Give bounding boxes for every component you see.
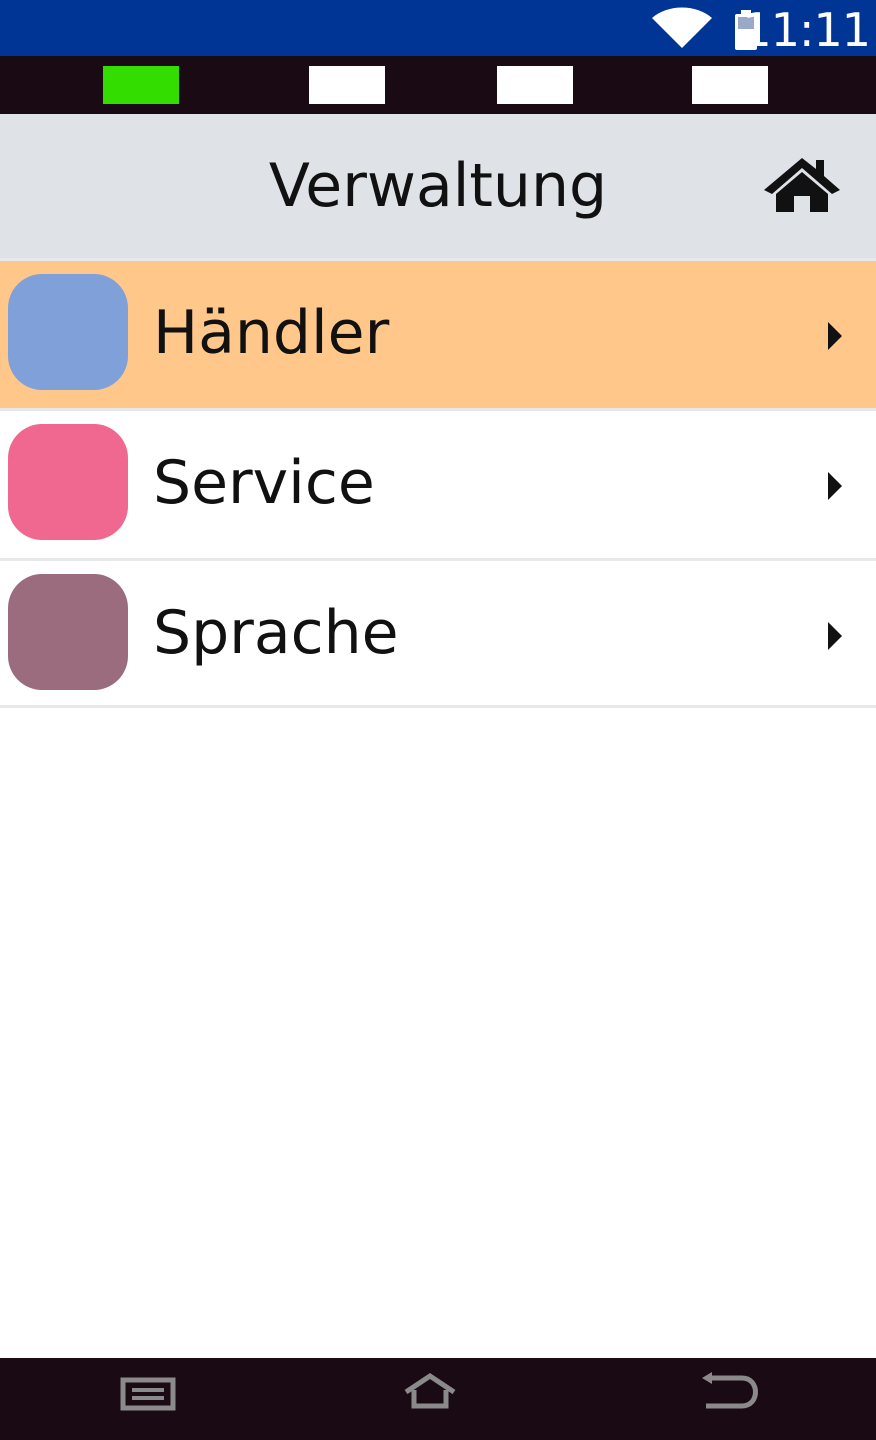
menu-item-haendler[interactable]: Händler	[0, 258, 876, 408]
menu-item-label: Sprache	[153, 598, 399, 668]
nav-back-button[interactable]	[700, 1372, 760, 1416]
menu-item-label: Händler	[153, 298, 390, 368]
indicator-3	[497, 66, 573, 104]
service-tile-icon	[8, 424, 128, 540]
system-nav-bar	[0, 1358, 876, 1440]
menu-item-sprache[interactable]: Sprache	[0, 558, 876, 708]
home-button[interactable]	[762, 154, 842, 214]
menu-item-service[interactable]: Service	[0, 408, 876, 558]
chevron-right-icon	[828, 622, 842, 650]
menu-list: Händler Service Sprache	[0, 258, 876, 708]
indicator-strip	[0, 56, 876, 114]
menu-item-label: Service	[153, 448, 375, 518]
recent-apps-button[interactable]	[120, 1372, 176, 1416]
back-icon	[700, 1372, 760, 1416]
indicator-1	[103, 66, 179, 104]
status-time: 11:11	[742, 3, 871, 57]
page-title: Verwaltung	[268, 151, 608, 221]
home-icon	[762, 158, 842, 218]
header-bar: Verwaltung	[0, 114, 876, 322]
status-bar: 11:11	[0, 0, 876, 56]
chevron-right-icon	[828, 472, 842, 500]
indicator-4	[692, 66, 768, 104]
haendler-tile-icon	[8, 274, 128, 390]
recent-apps-icon	[120, 1377, 176, 1416]
nav-home-button[interactable]	[402, 1372, 458, 1416]
indicator-2	[309, 66, 385, 104]
sprache-tile-icon	[8, 574, 128, 690]
home-icon	[402, 1372, 458, 1416]
chevron-right-icon	[828, 322, 842, 350]
wifi-icon	[650, 6, 714, 54]
